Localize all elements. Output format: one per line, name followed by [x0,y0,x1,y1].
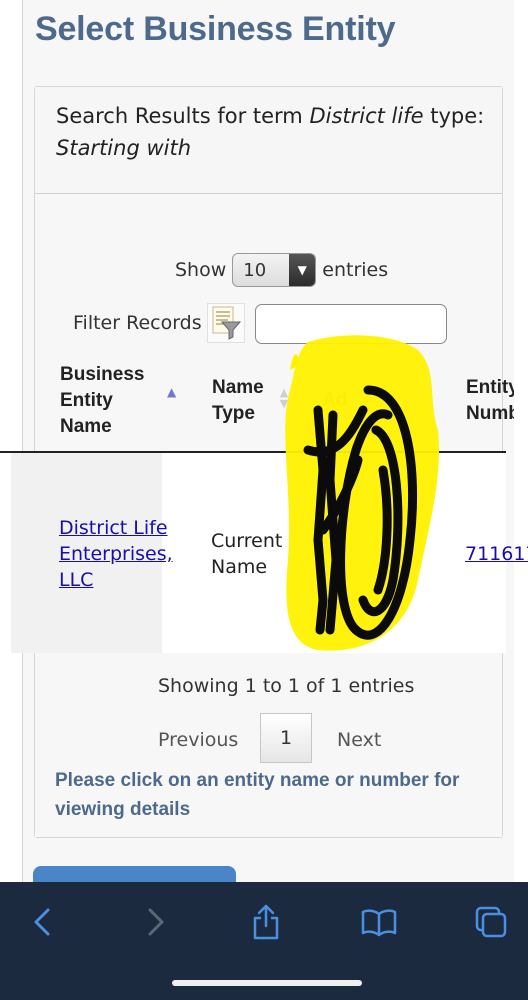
bookmarks-icon[interactable] [354,900,404,944]
header-line: Entity [466,377,519,398]
header-line: Name [60,416,112,437]
length-menu: Show 10 ▼ entries [175,252,388,288]
header-line: Type [212,403,255,424]
table-info: Showing 1 to 1 of 1 entries [158,675,415,697]
share-icon[interactable] [241,900,291,944]
header-business-entity-name[interactable]: Business Entity Name [60,362,144,440]
home-indicator [172,980,362,986]
entries-select[interactable]: 10 ▼ [232,253,317,287]
entity-name-link[interactable]: District Life Enterprises, LLC [59,515,173,593]
forward-icon[interactable] [130,900,180,944]
details-notice: Please click on an entity name or number… [55,770,460,820]
entries-select-value: 10 [243,259,267,281]
header-line: Name [212,377,264,398]
filter-label: Filter Records [73,312,202,334]
chevron-down-icon: ▼ [289,254,316,286]
entries-label: entries [322,259,389,281]
page-title: Select Business Entity [35,10,396,48]
cell-line: Name [211,556,268,578]
header-line: Numb [466,403,520,424]
name-type-cell: Current Name [211,528,282,580]
results-panel-header: Search Results for term District life ty… [35,87,502,194]
header-line: Business [60,364,145,385]
search-term: District life [309,104,424,128]
header-line: Entity [60,390,113,411]
redaction-scribble [285,335,439,651]
tabs-icon[interactable] [466,900,516,944]
filter-funnel-icon [207,303,245,343]
search-type-label: type: [423,104,485,128]
search-summary: Search Results for term District life ty… [56,104,484,128]
link-line: LLC [59,569,94,591]
header-name-type[interactable]: Name Type [212,375,264,427]
search-prefix: Search Results for term [56,104,310,128]
right-edge [514,0,528,882]
next-button[interactable]: Next [337,729,381,751]
sort-ascending-icon[interactable]: ▲ [167,385,176,399]
cell-line: Current [211,530,283,552]
page-1-button[interactable]: 1 [260,713,312,763]
back-icon[interactable] [18,900,68,944]
header-entity-number[interactable]: Entity Numb [466,375,520,427]
entity-number-link[interactable]: 711617 [465,541,528,567]
link-line: District Life [59,517,168,539]
show-label: Show [175,259,227,281]
link-line: Enterprises, [59,543,173,565]
previous-button[interactable]: Previous [158,729,238,751]
search-type: Starting with [56,136,192,160]
